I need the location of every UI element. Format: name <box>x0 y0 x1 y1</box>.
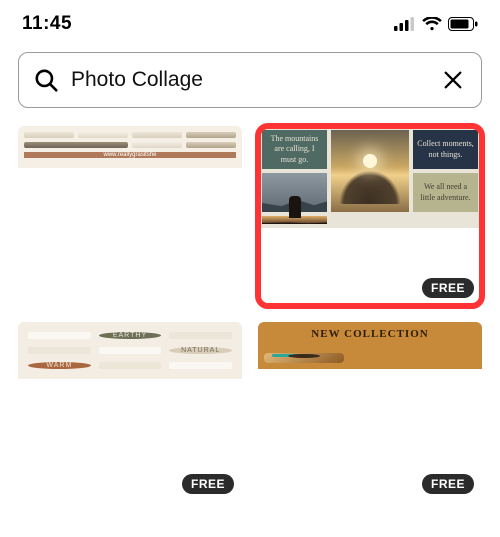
cellular-icon <box>394 17 416 31</box>
quote-panel: We all need a little adventure. <box>413 173 478 212</box>
circle-label: EARTHY <box>99 332 162 339</box>
battery-icon <box>448 17 478 31</box>
wifi-icon <box>422 17 442 31</box>
photo-main <box>264 353 344 363</box>
photo-panel-hiker <box>262 216 327 224</box>
template-site-text: www.reallygrasitshe <box>24 152 236 158</box>
free-badge: FREE <box>422 474 474 494</box>
status-bar: 11:45 <box>0 0 500 44</box>
template-title: NEW COLLECTION <box>264 328 476 348</box>
template-card-mountains[interactable]: The mountains are calling, I must go. Co… <box>258 126 482 306</box>
quote-panel: The mountains are calling, I must go. <box>262 130 327 169</box>
search-icon <box>33 67 59 93</box>
free-badge: FREE <box>182 474 234 494</box>
template-grid: www.reallygrasitshe The mountains are ca… <box>0 112 500 516</box>
circle-label: NATURAL <box>169 347 232 354</box>
status-icons <box>394 17 478 31</box>
clear-search-button[interactable] <box>439 66 467 94</box>
template-card-earthy[interactable]: EARTHY NATURAL WARM FREE <box>18 322 242 502</box>
search-box[interactable] <box>18 52 482 108</box>
close-icon <box>442 69 464 91</box>
quote-panel: Collect moments, not things. <box>413 130 478 169</box>
template-card-interior[interactable]: www.reallygrasitshe <box>18 126 242 306</box>
photo-panel-sunrise <box>331 130 409 212</box>
circle-label: WARM <box>28 362 91 369</box>
free-badge: FREE <box>422 278 474 298</box>
search-row <box>0 44 500 112</box>
status-time: 11:45 <box>22 13 72 35</box>
search-input[interactable] <box>71 68 427 92</box>
template-card-collection[interactable]: NEW COLLECTION FREE <box>258 322 482 502</box>
